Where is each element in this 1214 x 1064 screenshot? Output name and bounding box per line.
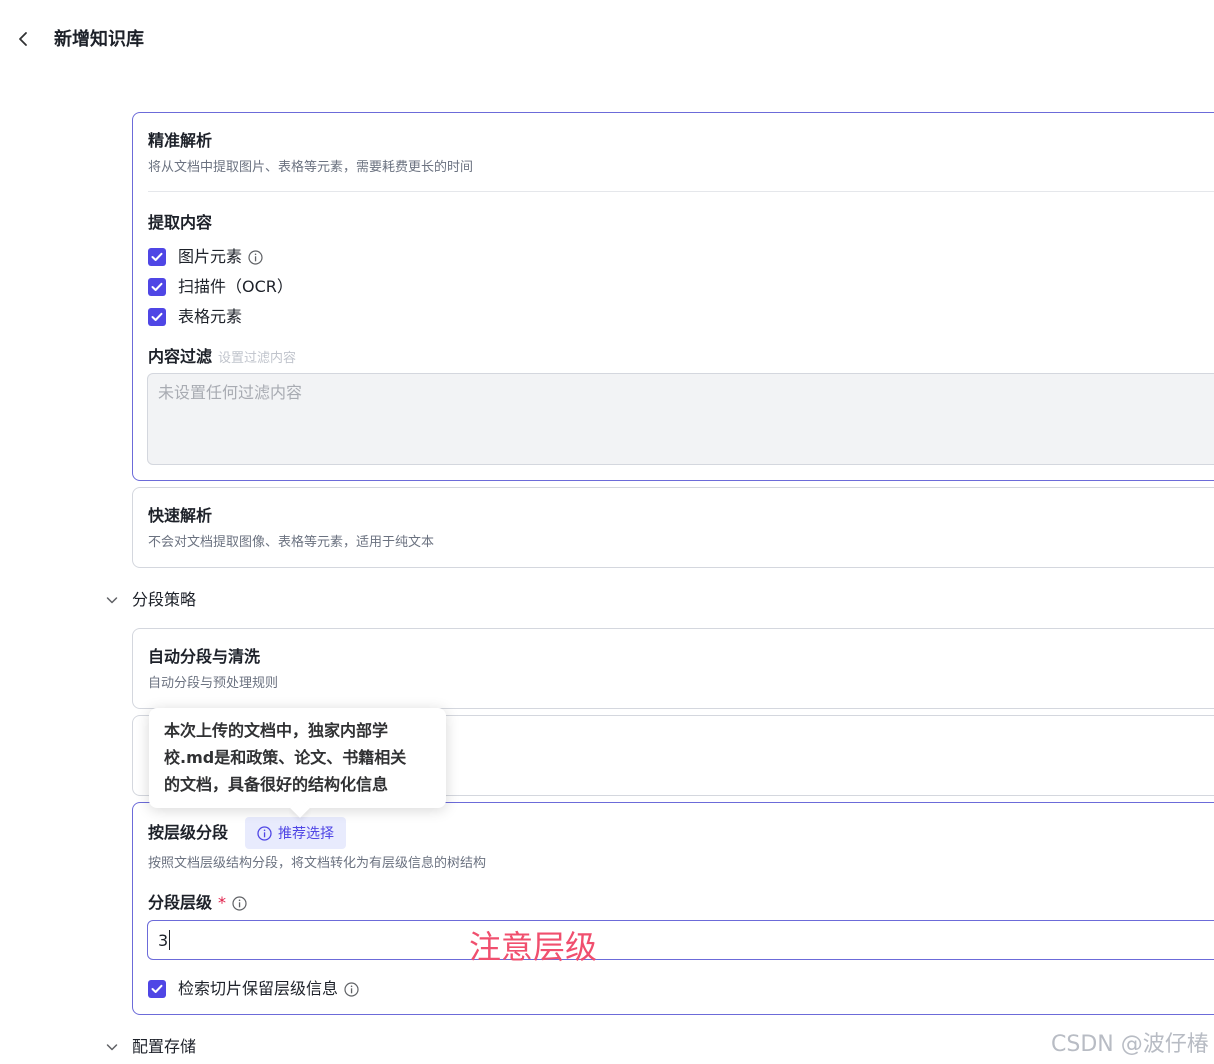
chevron-down-icon: [106, 1044, 118, 1051]
segment-level-input[interactable]: 3: [147, 920, 1214, 960]
extract-option-image[interactable]: 图片元素: [148, 247, 263, 267]
checkbox-keep-hierarchy-checked[interactable]: [148, 980, 166, 998]
parse-fast-desc: 不会对文档提取图像、表格等元素，适用于纯文本: [148, 535, 435, 550]
checkbox-table-checked[interactable]: [148, 308, 166, 326]
info-icon[interactable]: [248, 249, 263, 265]
parse-precise-title: 精准解析: [148, 131, 213, 150]
content-filter-label-text: 内容过滤: [148, 347, 213, 366]
watermark: CSDN @波仔椿: [1051, 1032, 1209, 1057]
annotation-text: 注意层级: [469, 928, 598, 966]
storage-config-label: 配置存储: [132, 1037, 197, 1056]
back-button[interactable]: [14, 28, 34, 50]
extract-option-ocr-label: 扫描件（OCR）: [178, 277, 293, 296]
info-icon: [257, 825, 272, 841]
segment-level-label: 分段层级 *: [148, 893, 247, 913]
chevron-left-icon: [19, 32, 27, 46]
segment-auto-title: 自动分段与清洗: [148, 647, 261, 666]
checkbox-ocr-checked[interactable]: [148, 278, 166, 296]
page-title: 新增知识库: [54, 29, 144, 50]
extract-option-table-label: 表格元素: [178, 307, 243, 326]
content-filter-label: 内容过滤 设置过滤内容: [148, 347, 296, 369]
segment-level-label-text: 分段层级: [148, 893, 213, 912]
info-icon[interactable]: [344, 981, 359, 997]
parse-precise-card[interactable]: 精准解析 将从文档中提取图片、表格等元素，需要耗费更长的时间 提取内容 图片元素…: [132, 112, 1214, 481]
chevron-down-icon: [106, 597, 118, 604]
tooltip-line: 校.md是和政策、论文、书籍相关: [164, 748, 407, 767]
page-header: 新增知识库: [0, 0, 1214, 80]
content-filter-hint: 设置过滤内容: [218, 351, 297, 366]
required-mark: *: [218, 893, 227, 912]
keep-hierarchy-option[interactable]: 检索切片保留层级信息: [148, 979, 359, 999]
extract-option-ocr[interactable]: 扫描件（OCR）: [148, 277, 293, 297]
parse-fast-card[interactable]: 快速解析 不会对文档提取图像、表格等元素，适用于纯文本: [132, 487, 1214, 568]
extract-content-label: 提取内容: [148, 213, 213, 232]
segment-auto-card[interactable]: 自动分段与清洗 自动分段与预处理规则: [132, 628, 1214, 709]
tooltip-line: 的文档，具备很好的结构化信息: [164, 775, 389, 794]
segment-strategy-label: 分段策略: [132, 590, 197, 609]
segment-hierarchy-title: 按层级分段: [148, 823, 229, 842]
segment-strategy-toggle[interactable]: 分段策略: [104, 588, 196, 612]
check-icon: [151, 312, 163, 321]
segment-auto-desc: 自动分段与预处理规则: [148, 676, 279, 691]
text-caret: [169, 930, 171, 950]
tooltip-line: 本次上传的文档中，独家内部学: [164, 721, 389, 740]
check-icon: [151, 984, 163, 993]
parse-fast-title: 快速解析: [148, 506, 213, 525]
segment-hierarchy-desc: 按照文档层级结构分段，将文档转化为有层级信息的树结构: [148, 856, 487, 871]
content-filter-placeholder: 未设置任何过滤内容: [158, 383, 303, 402]
storage-config-toggle[interactable]: 配置存储: [104, 1035, 196, 1059]
info-icon[interactable]: [232, 895, 247, 911]
parse-precise-desc: 将从文档中提取图片、表格等元素，需要耗费更长的时间: [148, 160, 474, 175]
recommend-tag[interactable]: 推荐选择: [245, 817, 346, 849]
extract-option-image-label: 图片元素: [178, 247, 243, 266]
check-icon: [151, 252, 163, 261]
keep-hierarchy-label: 检索切片保留层级信息: [178, 979, 339, 998]
segment-level-value: 3: [158, 930, 169, 950]
content-filter-textarea[interactable]: 未设置任何过滤内容: [147, 373, 1214, 465]
segment-hierarchy-card[interactable]: 按层级分段 推荐选择 按照文档层级结构分段，将文档转化为有层级信息的树结构 分段…: [132, 802, 1214, 1015]
recommend-tooltip: 本次上传的文档中，独家内部学 校.md是和政策、论文、书籍相关 的文档，具备很好…: [149, 708, 446, 808]
recommend-tag-label: 推荐选择: [278, 826, 334, 842]
checkbox-image-checked[interactable]: [148, 248, 166, 266]
extract-option-table[interactable]: 表格元素: [148, 307, 242, 327]
card-divider: [148, 191, 1214, 192]
check-icon: [151, 282, 163, 291]
